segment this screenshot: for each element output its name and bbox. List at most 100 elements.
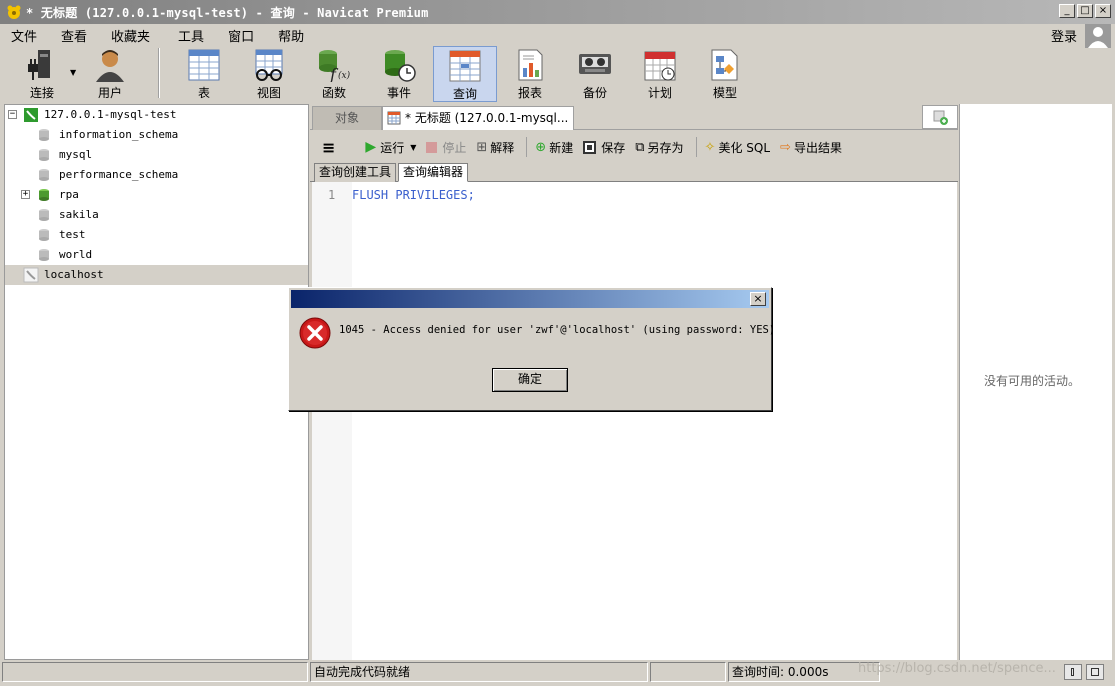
schedule-icon xyxy=(644,51,676,81)
database-icon xyxy=(39,149,49,161)
toolbar-report-label: 报表 xyxy=(517,86,542,100)
menu-file[interactable]: 文件 xyxy=(0,26,50,45)
new-label: 新建 xyxy=(549,140,574,155)
dialog-close-button[interactable]: × xyxy=(750,292,766,306)
toolbar-schedule-button[interactable]: 计划 xyxy=(628,46,692,102)
toolbar-user-button[interactable]: 用户 xyxy=(78,46,142,102)
minimize-button[interactable]: _ xyxy=(1059,4,1075,18)
save-icon xyxy=(583,140,597,154)
tree-item-database[interactable]: sakila xyxy=(5,205,308,225)
tree-item-database[interactable]: performance_schema xyxy=(5,165,308,185)
user-icon xyxy=(96,50,124,82)
toolbar-function-button[interactable]: f (x) 函数 xyxy=(302,46,366,102)
run-label: 运行 xyxy=(380,140,405,155)
export-results-button[interactable]: ⇨ 导出结果 xyxy=(780,139,842,156)
hamburger-menu-icon[interactable]: ≡ xyxy=(322,138,335,157)
export-icon: ⇨ xyxy=(780,139,791,155)
subtab-query-builder[interactable]: 查询创建工具 xyxy=(314,163,397,182)
save-button[interactable]: 保存 xyxy=(583,139,625,156)
database-icon xyxy=(39,129,49,141)
sql-code-line[interactable]: FLUSH PRIVILEGES; xyxy=(352,188,475,202)
status-segment-empty xyxy=(650,662,726,682)
tree-label: sakila xyxy=(59,208,99,221)
database-icon xyxy=(39,169,49,181)
event-icon xyxy=(385,50,416,82)
query-toolbar-separator xyxy=(695,137,697,157)
add-tab-icon xyxy=(933,110,948,125)
line-number: 1 xyxy=(328,188,336,202)
menu-favorites[interactable]: 收藏夹 xyxy=(100,26,163,45)
toolbar-connection-label: 连接 xyxy=(29,86,54,100)
save-as-icon: ⧉ xyxy=(635,139,645,155)
menu-view[interactable]: 查看 xyxy=(50,26,100,45)
tree-item-database[interactable]: world xyxy=(5,245,308,265)
tab-objects[interactable]: 对象 xyxy=(312,106,382,130)
toolbar-backup-button[interactable]: 备份 xyxy=(563,46,627,102)
expand-icon[interactable]: + xyxy=(21,190,30,199)
save-label: 保存 xyxy=(601,140,626,155)
beautify-sql-button[interactable]: ✧ 美化 SQL xyxy=(705,139,770,156)
editor-subtabs: 查询创建工具 查询编辑器 xyxy=(310,162,958,182)
collapse-icon[interactable]: − xyxy=(8,110,17,119)
tree-label: test xyxy=(59,228,86,241)
tab-query[interactable]: * 无标题 (127.0.0.1-mysql... xyxy=(382,106,574,130)
line-number-gutter: 1 xyxy=(312,182,352,660)
toolbar-query-button[interactable]: 查询 xyxy=(433,46,497,102)
layout-toggle-right-button[interactable] xyxy=(1086,664,1104,680)
subtab-query-editor[interactable]: 查询编辑器 xyxy=(398,163,469,182)
toolbar-table-button[interactable]: 表 xyxy=(172,46,236,102)
toolbar-schedule-label: 计划 xyxy=(647,86,672,100)
watermark-text: https://blog.csdn.net/spence... xyxy=(858,661,1056,676)
toolbar-model-button[interactable]: 模型 xyxy=(693,46,757,102)
toolbar-event-button[interactable]: 事件 xyxy=(367,46,431,102)
tree-item-connection[interactable]: − 127.0.0.1-mysql-test xyxy=(5,105,308,125)
toolbar-separator xyxy=(158,48,160,98)
connection-dropdown-icon[interactable]: ▼ xyxy=(70,68,76,77)
new-icon: ⊕ xyxy=(535,139,547,155)
export-label: 导出结果 xyxy=(793,140,842,155)
login-avatar-icon[interactable] xyxy=(1085,24,1111,48)
no-activity-text: 没有可用的活动。 xyxy=(984,374,1081,388)
error-dialog: × 1045 - Access denied for user 'zwf'@'l… xyxy=(288,287,775,411)
tree-item-connection-selected[interactable]: localhost xyxy=(5,265,308,285)
layout-toggle-left-button[interactable] xyxy=(1064,664,1082,680)
toolbar-view-button[interactable]: 视图 xyxy=(237,46,301,102)
explain-button[interactable]: ⊞ 解释 xyxy=(476,139,514,156)
close-window-button[interactable]: × xyxy=(1095,4,1111,18)
new-query-button[interactable]: ⊕ 新建 xyxy=(535,139,573,156)
connection-open-icon xyxy=(24,108,38,122)
toolbar-model-label: 模型 xyxy=(712,86,737,100)
new-tab-button[interactable] xyxy=(922,105,958,129)
dialog-title-bar: × xyxy=(291,290,769,308)
menu-window[interactable]: 窗口 xyxy=(217,26,267,45)
stop-button[interactable]: 停止 xyxy=(426,139,466,156)
sql-editor[interactable]: 1 FLUSH PRIVILEGES; xyxy=(312,182,957,660)
toolbar-function-label: 函数 xyxy=(321,86,346,100)
toolbar-user-label: 用户 xyxy=(97,86,122,100)
save-as-button[interactable]: ⧉ 另存为 xyxy=(635,139,683,156)
tree-label: 127.0.0.1-mysql-test xyxy=(44,108,177,121)
status-autocomplete: 自动完成代码就绪 xyxy=(310,662,648,682)
toolbar-report-button[interactable]: 报表 xyxy=(498,46,562,102)
login-link[interactable]: 登录 xyxy=(1051,26,1077,45)
query-tab-icon xyxy=(387,111,401,125)
toolbar-connection-button[interactable]: 连接 xyxy=(10,46,74,102)
main-toolbar: 连接 ▼ 用户 表 视图 f (x) 函数 事件 查询 报表 备份 计划 模型 xyxy=(0,46,1115,102)
tree-item-database[interactable]: information_schema xyxy=(5,125,308,145)
run-button[interactable]: ▶ 运行 ▼ xyxy=(365,139,416,156)
run-dropdown-icon[interactable]: ▼ xyxy=(410,143,416,152)
menu-help[interactable]: 帮助 xyxy=(267,26,317,45)
tree-label: rpa xyxy=(59,188,79,201)
beautify-label: 美化 SQL xyxy=(718,140,771,155)
tree-item-database[interactable]: mysql xyxy=(5,145,308,165)
view-icon xyxy=(255,49,283,81)
database-open-icon xyxy=(39,189,49,201)
ok-button[interactable]: 确定 xyxy=(492,368,568,392)
tree-label: mysql xyxy=(59,148,93,161)
menu-tools[interactable]: 工具 xyxy=(167,26,217,45)
tree-label: information_schema xyxy=(59,128,179,141)
tree-label: localhost xyxy=(44,268,104,281)
tree-item-database[interactable]: test xyxy=(5,225,308,245)
tree-item-database[interactable]: + rpa xyxy=(5,185,308,205)
maximize-button[interactable]: □ xyxy=(1077,4,1093,18)
